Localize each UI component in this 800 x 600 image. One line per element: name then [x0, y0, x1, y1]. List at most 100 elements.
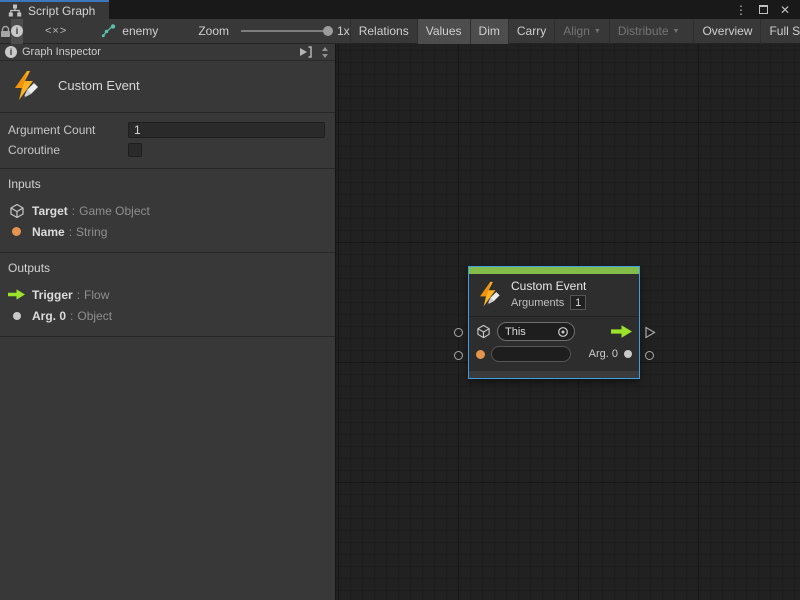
input-row-target: Target : Game Object: [8, 200, 327, 221]
port-separator: :: [70, 309, 73, 323]
window-controls: ⋮ ✕: [734, 0, 800, 19]
chevron-down-icon: ▼: [673, 28, 680, 35]
zoom-level: 1x: [337, 24, 350, 38]
inputs-section: Inputs Target : Game Object Name : Strin…: [0, 169, 335, 252]
object-picker-icon[interactable]: [557, 326, 569, 338]
carry-label: Carry: [517, 24, 546, 38]
align-label: Align: [563, 24, 590, 38]
arg0-label: Arg. 0: [589, 348, 618, 360]
distribute-label: Distribute: [618, 24, 669, 38]
node-body: This Arg. 0: [469, 317, 639, 371]
node-row-target: This: [476, 322, 632, 341]
dock-panel-icon[interactable]: [299, 46, 313, 58]
scroll-up-icon[interactable]: [322, 47, 328, 51]
graph-breadcrumb[interactable]: enemy: [101, 24, 158, 38]
output-port-arg0[interactable]: [645, 351, 654, 360]
port-type: String: [76, 225, 107, 239]
event-settings: Argument Count 1 Coroutine: [0, 113, 335, 168]
zoom-slider-handle[interactable]: [323, 26, 333, 36]
port-separator: :: [72, 204, 75, 218]
overview-button[interactable]: Overview: [693, 19, 760, 44]
values-button[interactable]: Values: [417, 19, 470, 44]
zoom-slider[interactable]: [241, 30, 329, 32]
chevron-down-icon: ▼: [594, 28, 601, 35]
info-icon: i: [11, 25, 23, 37]
argument-count-label: Argument Count: [8, 123, 128, 137]
overview-label: Overview: [702, 24, 752, 38]
section-divider: [0, 336, 335, 337]
string-port-dot-icon: [12, 227, 21, 236]
node-title: Custom Event: [511, 279, 586, 293]
port-type: Object: [77, 309, 112, 323]
node-footer: [469, 371, 639, 378]
panel-scroll-arrows[interactable]: [318, 47, 332, 58]
outputs-section: Outputs Trigger : Flow Arg. 0 : Object: [0, 253, 335, 336]
dim-label: Dim: [479, 24, 500, 38]
port-name: Trigger: [32, 288, 73, 302]
io-icon-wrap: [8, 289, 25, 300]
event-accent-bar: [469, 267, 639, 274]
string-port-dot-icon: [476, 350, 485, 359]
relations-button[interactable]: Relations: [350, 19, 417, 44]
event-header: Custom Event: [0, 61, 335, 112]
graph-inspector-header: i Graph Inspector: [0, 44, 335, 61]
lock-button[interactable]: [0, 19, 11, 44]
input-port-target[interactable]: [454, 328, 463, 337]
zoom-control: Zoom 1x: [198, 24, 349, 38]
node-arguments-row: Arguments 1: [511, 295, 586, 310]
io-icon-wrap: [8, 227, 25, 236]
cube-icon: [9, 203, 25, 219]
dim-button[interactable]: Dim: [470, 19, 508, 44]
argument-count-input[interactable]: 1: [128, 122, 325, 138]
inputs-header: Inputs: [8, 177, 327, 191]
carry-button[interactable]: Carry: [508, 19, 554, 44]
flow-arrow-icon: [611, 325, 632, 338]
graph-node-icon: [101, 24, 116, 38]
graph-canvas[interactable]: Custom Event Arguments 1 This: [336, 44, 800, 600]
port-type: Flow: [84, 288, 109, 302]
full-screen-button[interactable]: Full Screen: [760, 19, 800, 44]
arguments-label: Arguments: [511, 297, 564, 309]
coroutine-row: Coroutine: [8, 140, 325, 160]
input-row-name: Name : String: [8, 221, 327, 242]
toolbar-button-group: Relations Values Dim Carry Align ▼ Distr…: [350, 19, 800, 44]
port-name: Target: [32, 204, 68, 218]
arg0-input[interactable]: [491, 346, 571, 362]
inspector-toggle-button[interactable]: i: [11, 19, 23, 44]
inspector-event-title: Custom Event: [58, 78, 140, 93]
tab-script-graph[interactable]: Script Graph: [0, 0, 109, 19]
node-row-arg0: Arg. 0: [476, 346, 632, 362]
output-port-trigger[interactable]: [644, 326, 656, 339]
graph-inspector-panel: i Graph Inspector Custom Event: [0, 44, 336, 600]
node-header-text: Custom Event Arguments 1: [511, 279, 586, 310]
more-menu-icon[interactable]: ⋮: [734, 3, 748, 17]
port-separator: :: [69, 225, 72, 239]
flow-arrow-icon: [8, 289, 25, 300]
tab-title: Script Graph: [28, 4, 95, 18]
node-header[interactable]: Custom Event Arguments 1: [469, 274, 639, 316]
maximize-button[interactable]: [756, 3, 770, 17]
custom-event-node[interactable]: Custom Event Arguments 1 This: [468, 266, 640, 379]
coroutine-label: Coroutine: [8, 143, 128, 157]
custom-event-icon: [476, 281, 503, 308]
target-dropdown[interactable]: This: [497, 322, 575, 341]
arguments-count-field[interactable]: 1: [570, 295, 586, 310]
script-graph-window: Script Graph ⋮ ✕ i <×>: [0, 0, 800, 600]
lock-icon: [0, 25, 11, 38]
input-port-name[interactable]: [454, 351, 463, 360]
close-icon[interactable]: ✕: [778, 3, 792, 17]
port-name: Name: [32, 225, 65, 239]
distribute-dropdown[interactable]: Distribute ▼: [609, 19, 688, 44]
target-dropdown-value: This: [505, 326, 557, 338]
variables-button[interactable]: <×>: [37, 19, 75, 44]
full-screen-label: Full Screen: [769, 24, 800, 38]
tab-bar: Script Graph ⋮ ✕: [0, 0, 800, 19]
maximize-icon: [759, 5, 768, 14]
breadcrumb-graph-name: enemy: [122, 24, 158, 38]
code-brackets-icon: <×>: [45, 25, 67, 37]
scroll-down-icon[interactable]: [322, 54, 328, 58]
output-row-arg0: Arg. 0 : Object: [8, 305, 327, 326]
coroutine-checkbox[interactable]: [128, 143, 142, 157]
io-icon-wrap: [8, 203, 25, 219]
align-dropdown[interactable]: Align ▼: [554, 19, 609, 44]
